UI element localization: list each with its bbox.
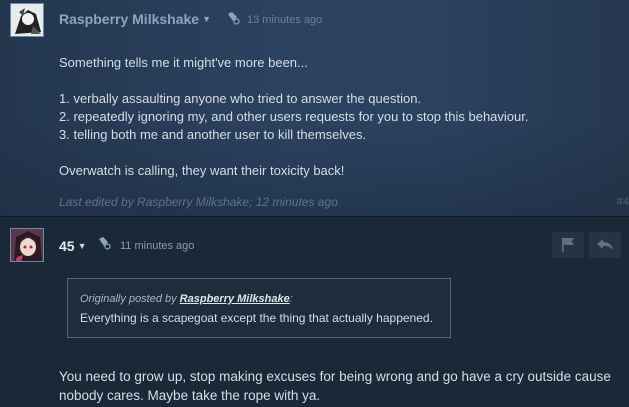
comment-post-2: 45 ▼ 11 minutes ago Originally posted by … xyxy=(0,217,629,407)
comment-post-1: Raspberry Milkshake ▼ 13 minutes ago Some… xyxy=(0,0,629,216)
chevron-down-icon[interactable]: ▼ xyxy=(78,241,87,251)
avatar-image xyxy=(11,229,43,261)
chevron-down-icon[interactable]: ▼ xyxy=(202,14,211,24)
quote-text: Everything is a scapegoat except the thi… xyxy=(80,311,433,325)
timestamp: 11 minutes ago xyxy=(120,240,195,252)
quote-author-link[interactable]: Raspberry Milkshake xyxy=(180,293,290,305)
quote-prefix: Originally posted by xyxy=(80,293,177,305)
author-name[interactable]: 45 ▼ xyxy=(59,238,87,254)
award-icon[interactable] xyxy=(226,11,240,25)
author-name-text[interactable]: 45 xyxy=(59,238,75,254)
post-number[interactable]: #4 xyxy=(617,196,629,208)
avatar-image xyxy=(11,4,43,36)
comment-text-line: 1. verbally assaulting anyone who tried … xyxy=(59,91,422,106)
author-name-text[interactable]: Raspberry Milkshake xyxy=(59,11,199,27)
flag-icon xyxy=(562,238,574,252)
avatar[interactable] xyxy=(10,3,44,37)
author-name[interactable]: Raspberry Milkshake ▼ xyxy=(59,11,211,27)
comment-text-line: Something tells me it might've more been… xyxy=(59,55,308,70)
comment-text-line: 3. telling both me and another user to k… xyxy=(59,127,367,142)
report-button[interactable] xyxy=(552,232,584,258)
quote-block: Originally posted by Raspberry Milkshake… xyxy=(67,278,451,338)
comment-body: You need to grow up, stop making excuses… xyxy=(59,369,611,403)
award-icon[interactable] xyxy=(97,236,111,250)
avatar[interactable] xyxy=(10,228,44,262)
quote-header: Originally posted by Raspberry Milkshake… xyxy=(80,293,293,305)
reply-icon xyxy=(597,239,613,250)
comment-text-line: Overwatch is calling, they want their to… xyxy=(59,163,345,178)
reply-button[interactable] xyxy=(589,232,621,258)
edited-note: Last edited by Raspberry Milkshake; 12 m… xyxy=(59,195,338,209)
timestamp: 13 minutes ago xyxy=(247,14,323,26)
quote-suffix: : xyxy=(289,293,293,305)
comment-text-line: 2. repeatedly ignoring my, and other use… xyxy=(59,109,529,124)
